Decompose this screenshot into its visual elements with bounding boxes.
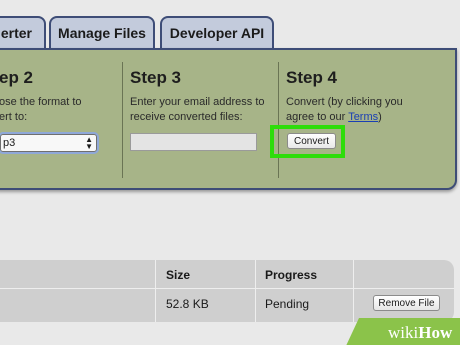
files-table <box>0 260 454 322</box>
remove-file-button[interactable]: Remove File <box>373 295 440 311</box>
step-3-desc-line2: receive converted files: <box>130 111 243 123</box>
convert-button-label: Convert <box>293 135 329 147</box>
column-header-progress: Progress <box>265 268 318 282</box>
step-4-title: Step 4 <box>286 68 338 87</box>
step-4-desc-line2: agree to our Terms) <box>286 110 382 125</box>
table-column-divider <box>155 260 156 322</box>
file-progress-cell: Pending <box>265 297 310 311</box>
table-column-divider <box>255 260 256 322</box>
table-row-divider <box>0 288 454 289</box>
step-2-title: ep 2 <box>0 68 34 87</box>
step-4-desc-suffix: ) <box>378 111 382 123</box>
tab-manage-files-label: Manage Files <box>58 25 146 41</box>
tab-manage-files[interactable]: Manage Files <box>49 16 155 48</box>
step-divider <box>278 62 279 178</box>
step-divider <box>122 62 123 178</box>
step-3-desc-line1: Enter your email address to <box>130 96 265 108</box>
step-2-desc-line1: ose the format to <box>0 96 82 108</box>
file-size-cell: 52.8 KB <box>166 297 209 311</box>
step-3-title: Step 3 <box>130 68 182 87</box>
format-select[interactable]: p3 ▲ ▼ <box>0 132 99 154</box>
wikihow-watermark: wikiHow <box>388 323 453 342</box>
step-2-desc-line2: ert to: <box>0 111 28 123</box>
select-arrows-icon: ▲ ▼ <box>85 135 93 151</box>
step-4-desc-line1: Convert (by clicking you <box>286 96 403 108</box>
remove-file-button-label: Remove File <box>378 297 435 309</box>
step-4-desc-prefix: agree to our <box>286 111 349 123</box>
column-header-size: Size <box>166 268 191 282</box>
terms-link[interactable]: Terms <box>348 111 378 123</box>
table-column-divider <box>353 260 354 322</box>
convert-button[interactable]: Convert <box>287 133 336 149</box>
email-input[interactable] <box>130 133 257 151</box>
tab-developer-api-label: Developer API <box>169 25 265 41</box>
format-select-value: p3 <box>3 137 16 149</box>
tab-converter-label: erter <box>0 25 32 41</box>
tab-developer-api[interactable]: Developer API <box>160 16 274 48</box>
tab-converter[interactable]: erter <box>0 16 46 48</box>
